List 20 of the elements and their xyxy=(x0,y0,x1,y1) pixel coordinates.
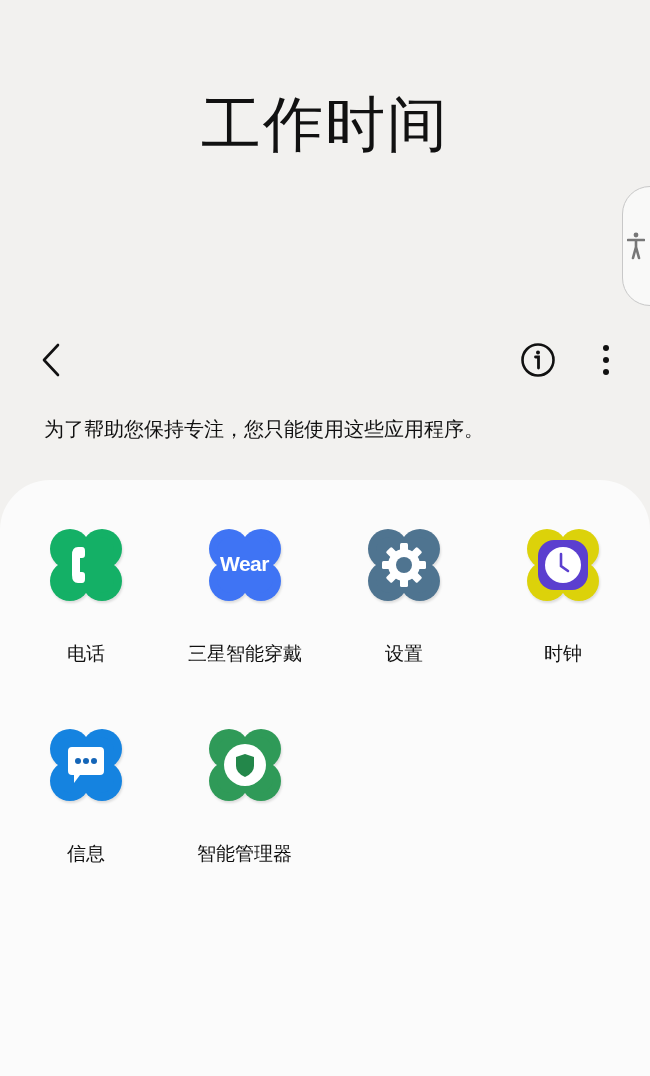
app-item[interactable]: 信息 xyxy=(6,727,165,865)
back-button[interactable] xyxy=(40,342,62,378)
app-label: 智能管理器 xyxy=(197,841,292,865)
app-label: 时钟 xyxy=(543,641,582,665)
app-item[interactable]: 时钟 xyxy=(483,527,642,665)
app-item[interactable]: 电话 xyxy=(6,527,165,665)
description-text: 为了帮助您保持专注，您只能使用这些应用程序。 xyxy=(44,416,485,443)
app-item[interactable]: 设置 xyxy=(324,527,483,665)
icon-logo-text: Wear xyxy=(219,551,270,577)
info-button[interactable] xyxy=(520,342,556,378)
accessibility-button[interactable] xyxy=(622,186,650,306)
app-label: 电话 xyxy=(66,641,105,665)
page-title: 工作时间 xyxy=(201,88,449,161)
app-label: 三星智能穿戴 xyxy=(187,641,302,665)
app-label: 设置 xyxy=(384,641,423,665)
more-options-button[interactable] xyxy=(602,344,610,376)
app-label: 信息 xyxy=(66,841,105,865)
app-item[interactable]: 智能管理器 xyxy=(165,727,324,865)
app-item[interactable]: Wear 三星智能穿戴 xyxy=(165,527,324,665)
person-icon xyxy=(627,232,645,260)
